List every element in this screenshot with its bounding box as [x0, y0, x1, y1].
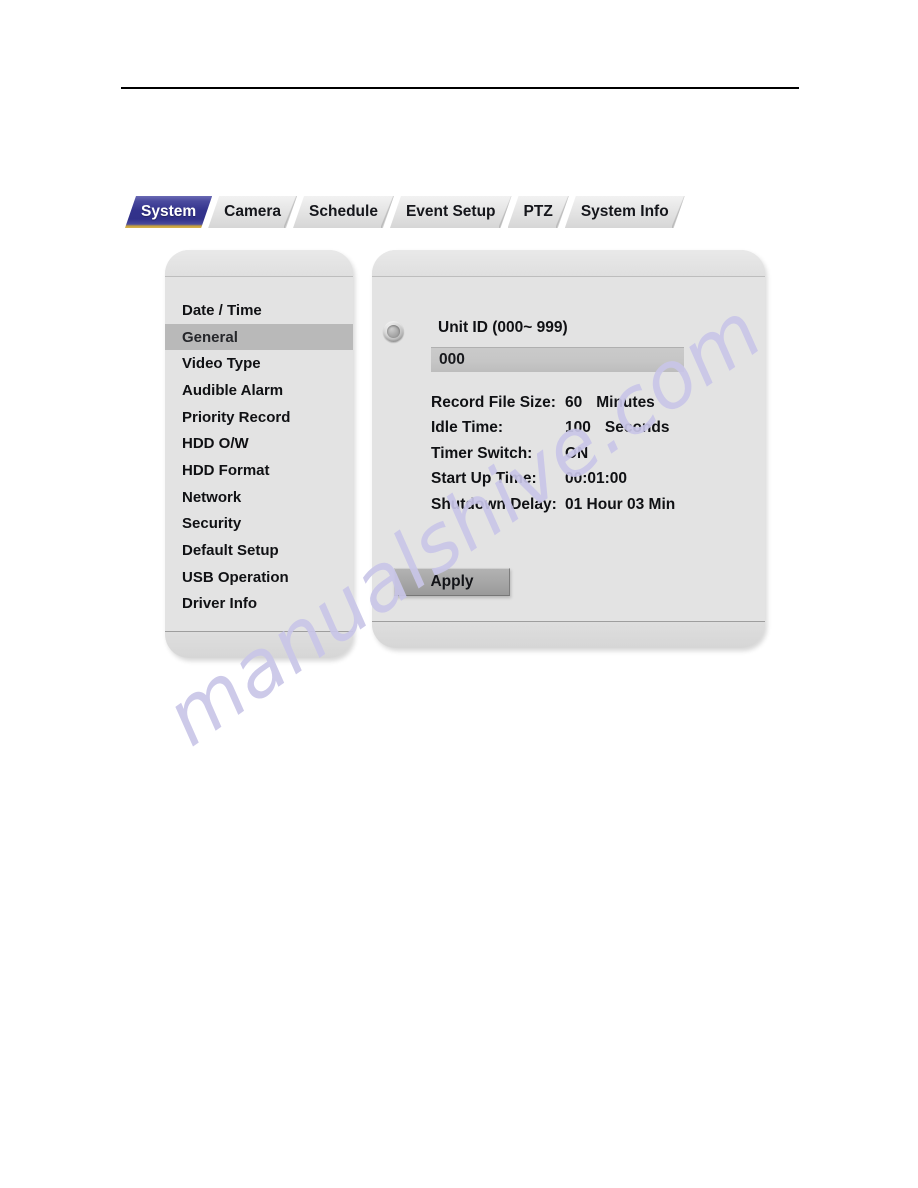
setting-label: Shutdown Delay:: [431, 495, 557, 513]
sidebar-item-driver-info[interactable]: Driver Info: [165, 591, 353, 618]
setting-label: Record File Size:: [431, 393, 556, 411]
tab-event-setup[interactable]: Event Setup: [390, 196, 512, 228]
setting-row: Timer Switch: ON: [431, 441, 755, 467]
sidebar-menu-list: Date / Time General Video Type Audible Alar…: [165, 297, 353, 617]
setting-value[interactable]: 60: [565, 394, 582, 412]
dvr-setup-screen: System Camera Schedule Event Setup PTZ System…: [0, 0, 918, 1188]
content-panel-header: [372, 250, 765, 277]
setting-value[interactable]: ON: [565, 445, 588, 463]
setting-row: Record File Size: 60 Minutes: [431, 390, 755, 416]
tab-system[interactable]: System: [125, 196, 212, 228]
setting-label: Timer Switch:: [431, 444, 533, 462]
setting-unit: Minutes: [596, 393, 655, 411]
sidebar-item-default-setup[interactable]: Default Setup: [165, 537, 353, 564]
sidebar-item-video-type[interactable]: Video Type: [165, 350, 353, 377]
sidebar-item-hdd-format[interactable]: HDD Format: [165, 457, 353, 484]
apply-button[interactable]: Apply: [394, 568, 510, 596]
unit-id-label: Unit ID (000~ 999): [438, 319, 568, 336]
content-panel-body: Unit ID (000~ 999) 000 Record File Size:…: [372, 277, 765, 621]
sidebar-item-date-time[interactable]: Date / Time: [165, 297, 353, 324]
setting-unit: Seconds: [604, 419, 670, 437]
content-panel-footer: [372, 621, 765, 648]
setting-value[interactable]: 00:01:00: [565, 470, 627, 488]
sidebar-item-general[interactable]: General: [165, 323, 353, 351]
unit-id-input[interactable]: 000: [431, 347, 684, 372]
setting-row: Idle Time: 100 Seconds: [431, 416, 755, 442]
sidebar-item-priority-record[interactable]: Priority Record: [165, 404, 353, 431]
setting-value[interactable]: 100: [565, 419, 591, 437]
tab-camera[interactable]: Camera: [208, 196, 297, 228]
sidebar-item-network[interactable]: Network: [165, 484, 353, 511]
sidebar-panel-body: Date / Time General Video Type Audible Alar…: [165, 277, 353, 631]
setting-row: Start Up Time: 00:01:00: [431, 467, 755, 493]
tab-schedule[interactable]: Schedule: [293, 196, 394, 228]
setting-label: Idle Time:: [431, 419, 504, 437]
sidebar-item-usb-operation[interactable]: USB Operation: [165, 564, 353, 591]
sidebar-panel-footer: [165, 631, 353, 658]
sidebar-item-hdd-o-w[interactable]: HDD O/W: [165, 430, 353, 457]
general-settings-panel: Unit ID (000~ 999) 000 Record File Size:…: [372, 250, 765, 648]
setting-value[interactable]: 01 Hour 03 Min: [565, 496, 675, 514]
tab-bar: System Camera Schedule Event Setup PTZ System…: [125, 196, 681, 228]
sidebar-item-security[interactable]: Security: [165, 511, 353, 538]
sidebar-panel-header: [165, 250, 353, 277]
unit-id-row: Unit ID (000~ 999): [372, 319, 765, 345]
sidebar-item-audible-alarm[interactable]: Audible Alarm: [165, 377, 353, 404]
settings-field-list: Record File Size: 60 Minutes Idle Time: 100 S…: [431, 390, 755, 518]
page-header-rule: [121, 87, 799, 89]
tab-system-info[interactable]: System Info: [565, 196, 685, 228]
radio-knob-icon[interactable]: [383, 321, 404, 342]
settings-sidebar-panel: Date / Time General Video Type Audible Alar…: [165, 250, 353, 658]
tab-ptz[interactable]: PTZ: [508, 196, 569, 228]
setting-row: Shutdown Delay: 01 Hour 03 Min: [431, 492, 755, 518]
setting-label: Start Up Time:: [431, 470, 537, 488]
